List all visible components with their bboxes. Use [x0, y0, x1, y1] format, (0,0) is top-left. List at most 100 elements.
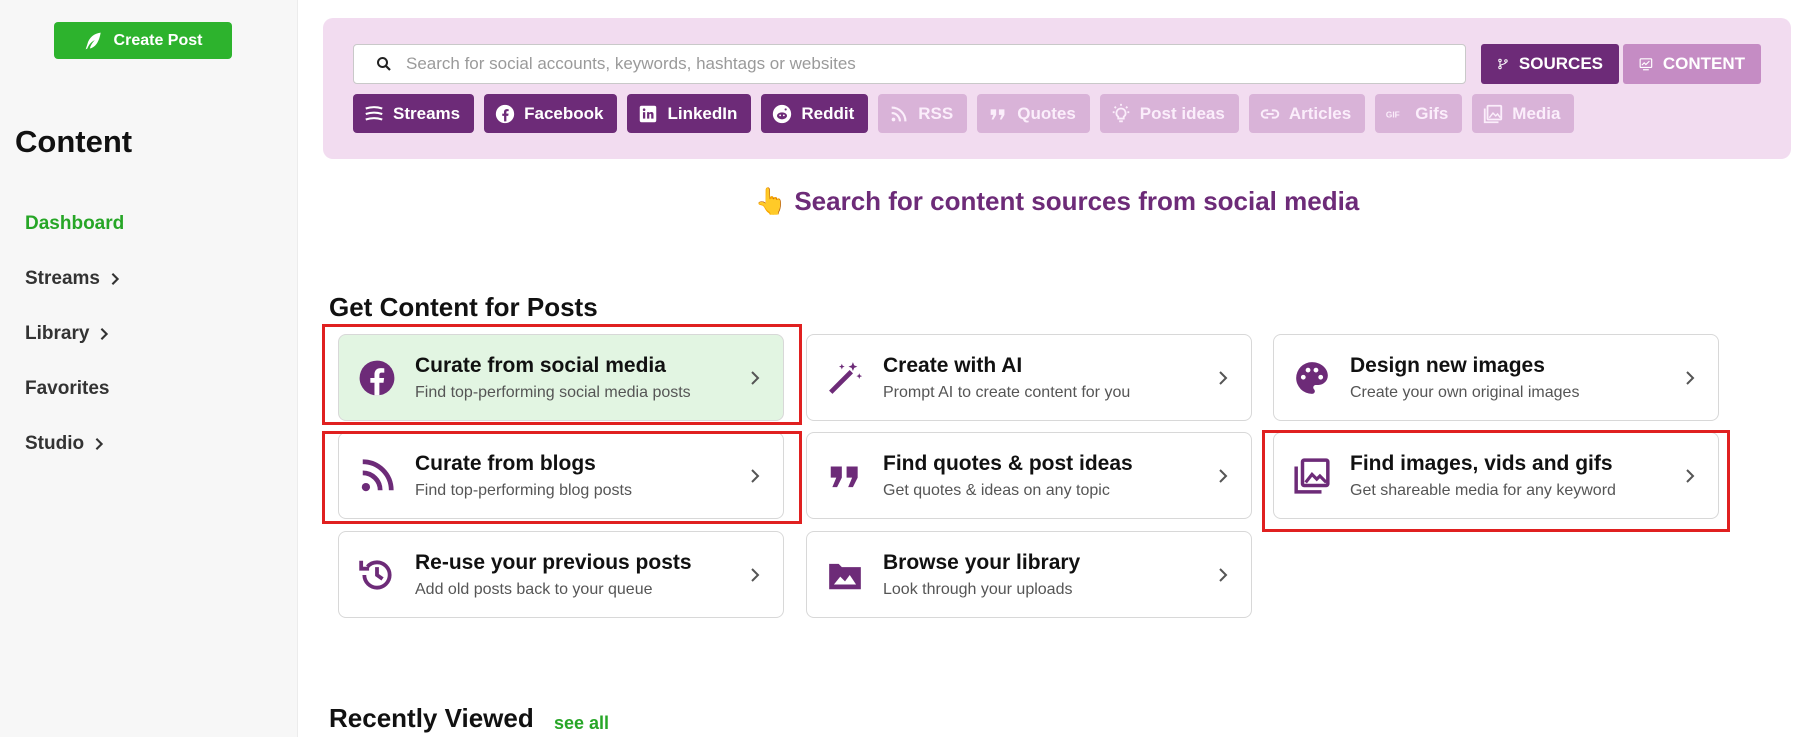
sidebar-nav: Dashboard Streams Library Favorites Stud…	[25, 196, 124, 471]
search-panel: SOURCES CONTENT Streams Facebook LinkedI…	[323, 18, 1791, 159]
palette-icon	[1296, 361, 1328, 394]
chevron-right-icon	[1686, 370, 1695, 385]
chevron-right-icon	[751, 567, 760, 582]
chevron-right-icon	[1219, 370, 1228, 385]
card-title: Curate from blogs	[415, 451, 596, 475]
card-title: Find quotes & post ideas	[883, 451, 1133, 475]
card-find-quotes[interactable]: Find quotes & post ideas Get quotes & id…	[806, 432, 1252, 519]
card-create-ai[interactable]: Create with AI Prompt AI to create conte…	[806, 334, 1252, 421]
card-icon-wrap	[1292, 456, 1332, 496]
chip-label: Quotes	[1017, 103, 1076, 123]
chevron-right-icon	[101, 327, 109, 340]
streams-icon	[365, 105, 383, 120]
card-subtitle: Get quotes & ideas on any topic	[883, 481, 1110, 499]
sidebar-item-label: Streams	[25, 267, 100, 289]
sidebar-item-label: Library	[25, 322, 90, 344]
sidebar-item-label: Favorites	[25, 377, 110, 399]
magic-wand-icon	[829, 361, 863, 394]
link-icon	[1260, 108, 1280, 119]
sidebar: Create Post Content Dashboard Streams Li…	[0, 0, 298, 737]
svg-text:GIF: GIF	[1386, 110, 1400, 119]
card-design-images[interactable]: Design new images Create your own origin…	[1273, 334, 1719, 421]
search-input[interactable]	[406, 45, 1465, 83]
card-find-images[interactable]: Find images, vids and gifs Get shareable…	[1273, 432, 1719, 519]
image-icon	[829, 563, 861, 589]
card-icon-wrap	[357, 456, 397, 496]
content-button[interactable]: CONTENT	[1623, 44, 1761, 84]
feather-icon	[85, 32, 101, 49]
card-browse-library[interactable]: Browse your library Look through your up…	[806, 531, 1252, 618]
card-text: Design new images Create your own origin…	[1350, 354, 1682, 402]
rss-icon	[361, 458, 394, 491]
card-subtitle: Add old posts back to your queue	[415, 580, 653, 598]
quote-icon	[830, 466, 858, 487]
card-subtitle: Create your own original images	[1350, 383, 1580, 401]
card-reuse-posts[interactable]: Re-use your previous posts Add old posts…	[338, 531, 784, 618]
card-title: Create with AI	[883, 353, 1023, 377]
chip-streams[interactable]: Streams	[353, 94, 475, 133]
chip-gifs[interactable]: GIF Gifs	[1375, 94, 1463, 133]
chip-linkedin[interactable]: LinkedIn	[627, 94, 752, 133]
sidebar-item-dashboard[interactable]: Dashboard	[25, 196, 124, 251]
chip-reddit[interactable]: Reddit	[761, 94, 869, 133]
lightbulb-icon	[1112, 103, 1130, 122]
rss-icon	[891, 105, 907, 121]
card-subtitle: Find top-performing social media posts	[415, 383, 691, 401]
chip-post-ideas[interactable]: Post ideas	[1099, 94, 1239, 133]
pointing-hand-icon: 👆	[754, 186, 788, 216]
branch-icon	[1498, 58, 1508, 70]
chip-label: Facebook	[524, 103, 604, 123]
chip-label: Gifs	[1415, 103, 1449, 123]
chip-quotes[interactable]: Quotes	[977, 94, 1090, 133]
card-icon-wrap	[825, 456, 865, 496]
create-post-label: Create Post	[113, 31, 203, 49]
media-icon	[1484, 104, 1503, 123]
card-text: Curate from blogs Find top-performing bl…	[415, 452, 747, 500]
gif-icon: GIF	[1386, 110, 1400, 119]
chip-facebook[interactable]: Facebook	[484, 94, 618, 133]
media-icon	[1294, 457, 1330, 494]
card-curate-social[interactable]: Curate from social media Find top-perfor…	[338, 334, 784, 421]
chip-articles[interactable]: Articles	[1248, 94, 1366, 133]
chip-label: Media	[1512, 103, 1561, 123]
linkedin-icon	[640, 105, 657, 122]
card-title: Design new images	[1350, 353, 1545, 377]
see-all-link[interactable]: see all	[554, 713, 609, 734]
card-subtitle: Get shareable media for any keyword	[1350, 481, 1616, 499]
chip-label: RSS	[918, 103, 954, 123]
chip-rss[interactable]: RSS	[878, 94, 968, 133]
chevron-right-icon	[111, 272, 120, 285]
create-post-button[interactable]: Create Post	[54, 22, 232, 59]
content-label: CONTENT	[1662, 54, 1745, 73]
chip-label: LinkedIn	[667, 103, 738, 123]
sidebar-title: Content	[15, 124, 133, 159]
card-icon-wrap	[357, 555, 397, 595]
card-title: Curate from social media	[415, 353, 666, 377]
source-chips: Streams Facebook LinkedIn Reddit RSS Quo…	[353, 94, 1575, 133]
card-subtitle: Prompt AI to create content for you	[883, 383, 1131, 401]
card-text: Browse your library Look through your up…	[883, 551, 1215, 599]
card-icon-wrap	[825, 358, 865, 398]
chevron-right-icon	[751, 370, 760, 385]
search-hint: 👆 Search for content sources from social…	[323, 186, 1791, 217]
card-subtitle: Find top-performing blog posts	[415, 481, 632, 499]
card-subtitle: Look through your uploads	[883, 580, 1073, 598]
sources-button[interactable]: SOURCES	[1481, 44, 1619, 84]
chip-label: Reddit	[801, 103, 855, 123]
section-title: Get Content for Posts	[329, 292, 598, 322]
sidebar-item-favorites[interactable]: Favorites	[25, 361, 124, 416]
chip-label: Streams	[393, 103, 461, 123]
chip-media[interactable]: Media	[1472, 94, 1575, 133]
card-icon-wrap	[825, 555, 865, 595]
card-icon-wrap	[1292, 358, 1332, 398]
chip-label: Post ideas	[1139, 103, 1225, 123]
sidebar-item-library[interactable]: Library	[25, 306, 124, 361]
chevron-right-icon	[95, 437, 104, 450]
card-icon-wrap	[357, 358, 397, 398]
search-icon	[377, 57, 391, 71]
sidebar-item-streams[interactable]: Streams	[25, 251, 124, 306]
facebook-icon	[359, 360, 395, 395]
card-curate-blogs[interactable]: Curate from blogs Find top-performing bl…	[338, 432, 784, 519]
card-text: Create with AI Prompt AI to create conte…	[883, 354, 1215, 402]
sidebar-item-studio[interactable]: Studio	[25, 416, 124, 471]
